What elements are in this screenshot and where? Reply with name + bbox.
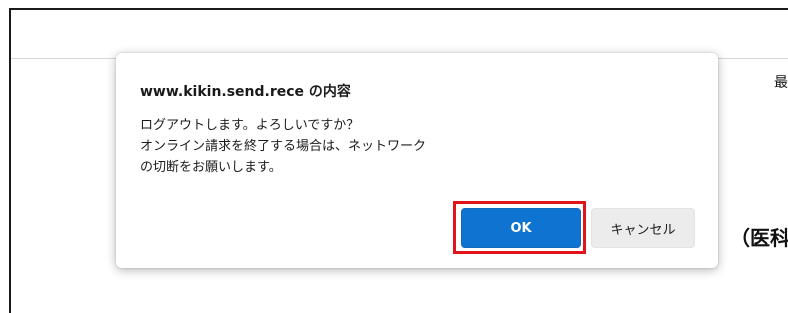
background-heading-partial: （医科 <box>730 226 788 250</box>
dialog-message-line: ログアウトします。よろしいですか？ <box>140 118 360 133</box>
dialog-message-line: オンライン請求を終了する場合は、ネットワーク <box>140 139 427 154</box>
confirm-dialog: www.kikin.send.rece の内容 ログアウトします。よろしいですか… <box>116 53 718 268</box>
ok-button[interactable]: OK <box>461 208 581 248</box>
dialog-message: ログアウトします。よろしいですか？ オンライン請求を終了する場合は、ネットワーク… <box>140 115 480 178</box>
dialog-title: www.kikin.send.rece の内容 <box>140 84 351 100</box>
cancel-button[interactable]: キャンセル <box>591 208 695 248</box>
browser-toolbar <box>11 10 788 59</box>
background-partial-text: 最 <box>774 75 788 91</box>
screenshot: 最 （医科 www.kikin.send.rece の内容 ログアウトします。よ… <box>0 0 788 313</box>
dialog-message-line: の切断をお願いします。 <box>140 160 282 175</box>
